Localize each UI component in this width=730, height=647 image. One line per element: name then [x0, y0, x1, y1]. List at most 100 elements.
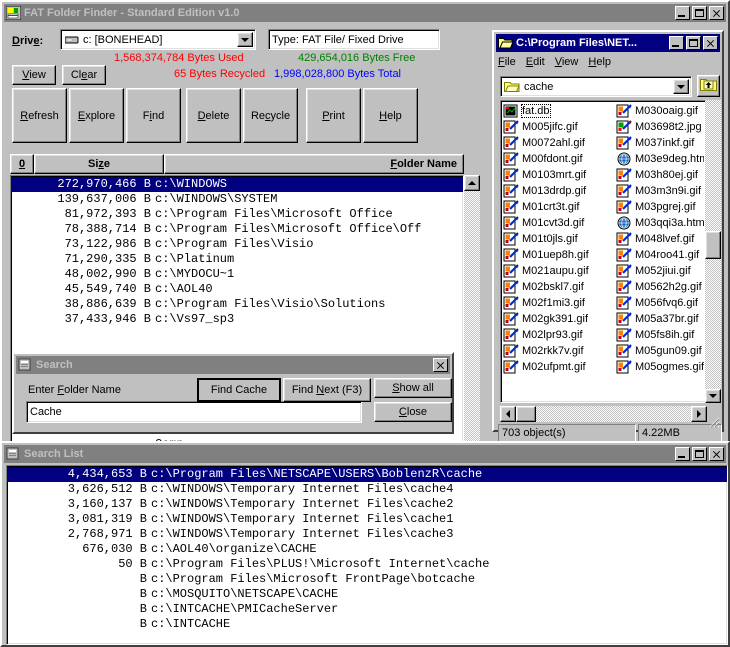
find-button[interactable]: Find: [126, 88, 181, 143]
table-row[interactable]: 38,886,639 B c:\Program Files\Visio\Solut…: [11, 297, 463, 312]
table-row[interactable]: 50 B c:\Program Files\PLUS!\Microsoft Int…: [7, 557, 727, 572]
close-button[interactable]: [709, 6, 724, 20]
column-header-folder-name[interactable]: Folder Name: [164, 154, 464, 174]
drive-dropdown-arrow[interactable]: [237, 32, 253, 47]
drive-combo[interactable]: c: [BONEHEAD]: [60, 29, 256, 50]
table-row[interactable]: 272,970,466 B c:\WINDOWS: [11, 177, 463, 192]
column-header-size[interactable]: Size: [34, 154, 164, 174]
show-all-button[interactable]: Show all: [374, 378, 452, 398]
list-item[interactable]: M037inkf.gif: [616, 135, 704, 151]
folder-list-vscrollbar[interactable]: [464, 175, 480, 465]
list-item[interactable]: M02gk391.gif: [503, 311, 616, 327]
search-list-titlebar[interactable]: Search List: [4, 445, 726, 463]
file-list-hscrollbar[interactable]: [500, 406, 707, 422]
list-item[interactable]: M02rkk7v.gif: [503, 343, 616, 359]
table-row[interactable]: 676,030 B c:\AOL40\organize\CACHE: [7, 542, 727, 557]
list-item[interactable]: M03m3n9i.gif: [616, 183, 704, 199]
list-item[interactable]: M021aupu.gif: [503, 263, 616, 279]
list-item[interactable]: M03698t2.jpg: [616, 119, 704, 135]
table-row[interactable]: 71,290,335 B c:\Platinum: [11, 252, 463, 267]
menu-file[interactable]: File: [498, 56, 516, 68]
table-row[interactable]: 3,081,319 B c:\WINDOWS\Temporary Internet…: [7, 512, 727, 527]
file-vscroll-track-top[interactable]: [705, 100, 721, 231]
maximize-button[interactable]: [692, 6, 707, 20]
explore-button[interactable]: Explore: [69, 88, 124, 143]
list-item[interactable]: M052jiui.gif: [616, 263, 704, 279]
scroll-up-button[interactable]: [464, 175, 480, 191]
search-results-list[interactable]: 4,434,653 B c:\Program Files\NETSCAPE\USE…: [6, 465, 728, 645]
list-item[interactable]: fat.db: [503, 103, 616, 119]
help-button[interactable]: Help: [363, 88, 418, 143]
print-button[interactable]: Print: [306, 88, 361, 143]
file-vscroll-track-bottom[interactable]: [705, 258, 721, 389]
list-item[interactable]: M05fs8ih.gif: [616, 327, 704, 343]
table-row[interactable]: Bc:\Program Files\Microsoft FrontPage\bo…: [7, 572, 727, 587]
list-item[interactable]: M00fdont.gif: [503, 151, 616, 167]
table-row[interactable]: 3,160,137 B c:\WINDOWS\Temporary Internet…: [7, 497, 727, 512]
table-row[interactable]: Bc:\INTCACHE\PMICacheServer: [7, 602, 727, 617]
delete-button[interactable]: Delete: [186, 88, 241, 143]
table-row[interactable]: 73,122,986 B c:\Program Files\Visio: [11, 237, 463, 252]
address-combo[interactable]: cache: [500, 76, 692, 97]
hscroll-left-button[interactable]: [500, 406, 516, 422]
list-item[interactable]: M01uep8h.gif: [503, 247, 616, 263]
table-row[interactable]: 37,433,946 B c:\Vs97_sp3: [11, 312, 463, 327]
refresh-button[interactable]: Refresh: [12, 88, 67, 143]
list-item[interactable]: M048lvef.gif: [616, 231, 704, 247]
table-row[interactable]: Bc:\INTCACHE: [7, 617, 727, 632]
minimize-button[interactable]: [675, 6, 690, 20]
list-item[interactable]: M01t0jls.gif: [503, 231, 616, 247]
explorer-minimize-button[interactable]: [669, 36, 684, 50]
address-dropdown-arrow[interactable]: [673, 79, 689, 94]
list-item[interactable]: M0072ahl.gif: [503, 135, 616, 151]
menu-view[interactable]: View: [555, 56, 579, 68]
list-item[interactable]: M02ufpmt.gif: [503, 359, 616, 375]
table-row[interactable]: 139,637,006 B c:\WINDOWS\SYSTEM: [11, 192, 463, 207]
view-button[interactable]: View: [12, 65, 56, 85]
find-next-button[interactable]: Find Next (F3): [283, 378, 371, 402]
table-row[interactable]: 45,549,740 B c:\AOL40: [11, 282, 463, 297]
main-window-titlebar[interactable]: FAT Folder Finder - Standard Edition v1.…: [4, 4, 726, 22]
list-item[interactable]: M0103mrt.gif: [503, 167, 616, 183]
search-list-maximize-button[interactable]: [692, 447, 707, 461]
search-list-close-button[interactable]: [709, 447, 724, 461]
table-row[interactable]: Bc:\MOSQUITO\NETSCAPE\CACHE: [7, 587, 727, 602]
list-item[interactable]: M03qqi3a.htm: [616, 215, 704, 231]
column-header-zero[interactable]: 0: [10, 154, 34, 174]
list-item[interactable]: M0562h2g.gif: [616, 279, 704, 295]
explorer-close-button[interactable]: [703, 36, 718, 50]
close-search-button[interactable]: Close: [374, 402, 452, 422]
search-dialog-close-button[interactable]: [433, 358, 448, 372]
fat-folder-finder-icon[interactable]: [5, 5, 22, 21]
list-item[interactable]: M005jifc.gif: [503, 119, 616, 135]
file-list-pane[interactable]: fat.db M005jifc.gif M0072ahl.gif M00fdont.g…: [500, 100, 707, 403]
list-item[interactable]: M05ogmes.gif: [616, 359, 704, 375]
list-item[interactable]: M05gun09.gif: [616, 343, 704, 359]
clear-button[interactable]: Clear: [62, 65, 106, 85]
list-item[interactable]: M030oaig.gif: [616, 103, 704, 119]
hscroll-track[interactable]: [536, 406, 691, 422]
explorer-titlebar[interactable]: C:\Program Files\NET...: [496, 34, 720, 52]
explorer-maximize-button[interactable]: [686, 36, 701, 50]
menu-edit[interactable]: Edit: [526, 56, 545, 68]
list-item[interactable]: M013drdp.gif: [503, 183, 616, 199]
list-item[interactable]: M04roo41.gif: [616, 247, 704, 263]
scroll-track[interactable]: [464, 191, 480, 465]
list-item[interactable]: M03e9deg.htm: [616, 151, 704, 167]
search-list-minimize-button[interactable]: [675, 447, 690, 461]
list-item[interactable]: M02lpr93.gif: [503, 327, 616, 343]
table-row[interactable]: 2,768,971 B c:\WINDOWS\Temporary Internet…: [7, 527, 727, 542]
recycle-button[interactable]: Recycle: [243, 88, 298, 143]
list-item[interactable]: M02f1mi3.gif: [503, 295, 616, 311]
file-vscroll-down-button[interactable]: [705, 389, 721, 403]
search-input[interactable]: Cache: [26, 401, 362, 423]
table-row[interactable]: 81,972,393 B c:\Program Files\Microsoft O…: [11, 207, 463, 222]
find-cache-button[interactable]: Find Cache: [197, 378, 281, 402]
list-item[interactable]: M01crt3t.gif: [503, 199, 616, 215]
hscroll-thumb[interactable]: [516, 406, 536, 422]
list-item[interactable]: M056fvq6.gif: [616, 295, 704, 311]
list-item[interactable]: M05a37br.gif: [616, 311, 704, 327]
list-item[interactable]: M03h80ej.gif: [616, 167, 704, 183]
menu-help[interactable]: Help: [588, 56, 611, 68]
list-item[interactable]: M02bskl7.gif: [503, 279, 616, 295]
